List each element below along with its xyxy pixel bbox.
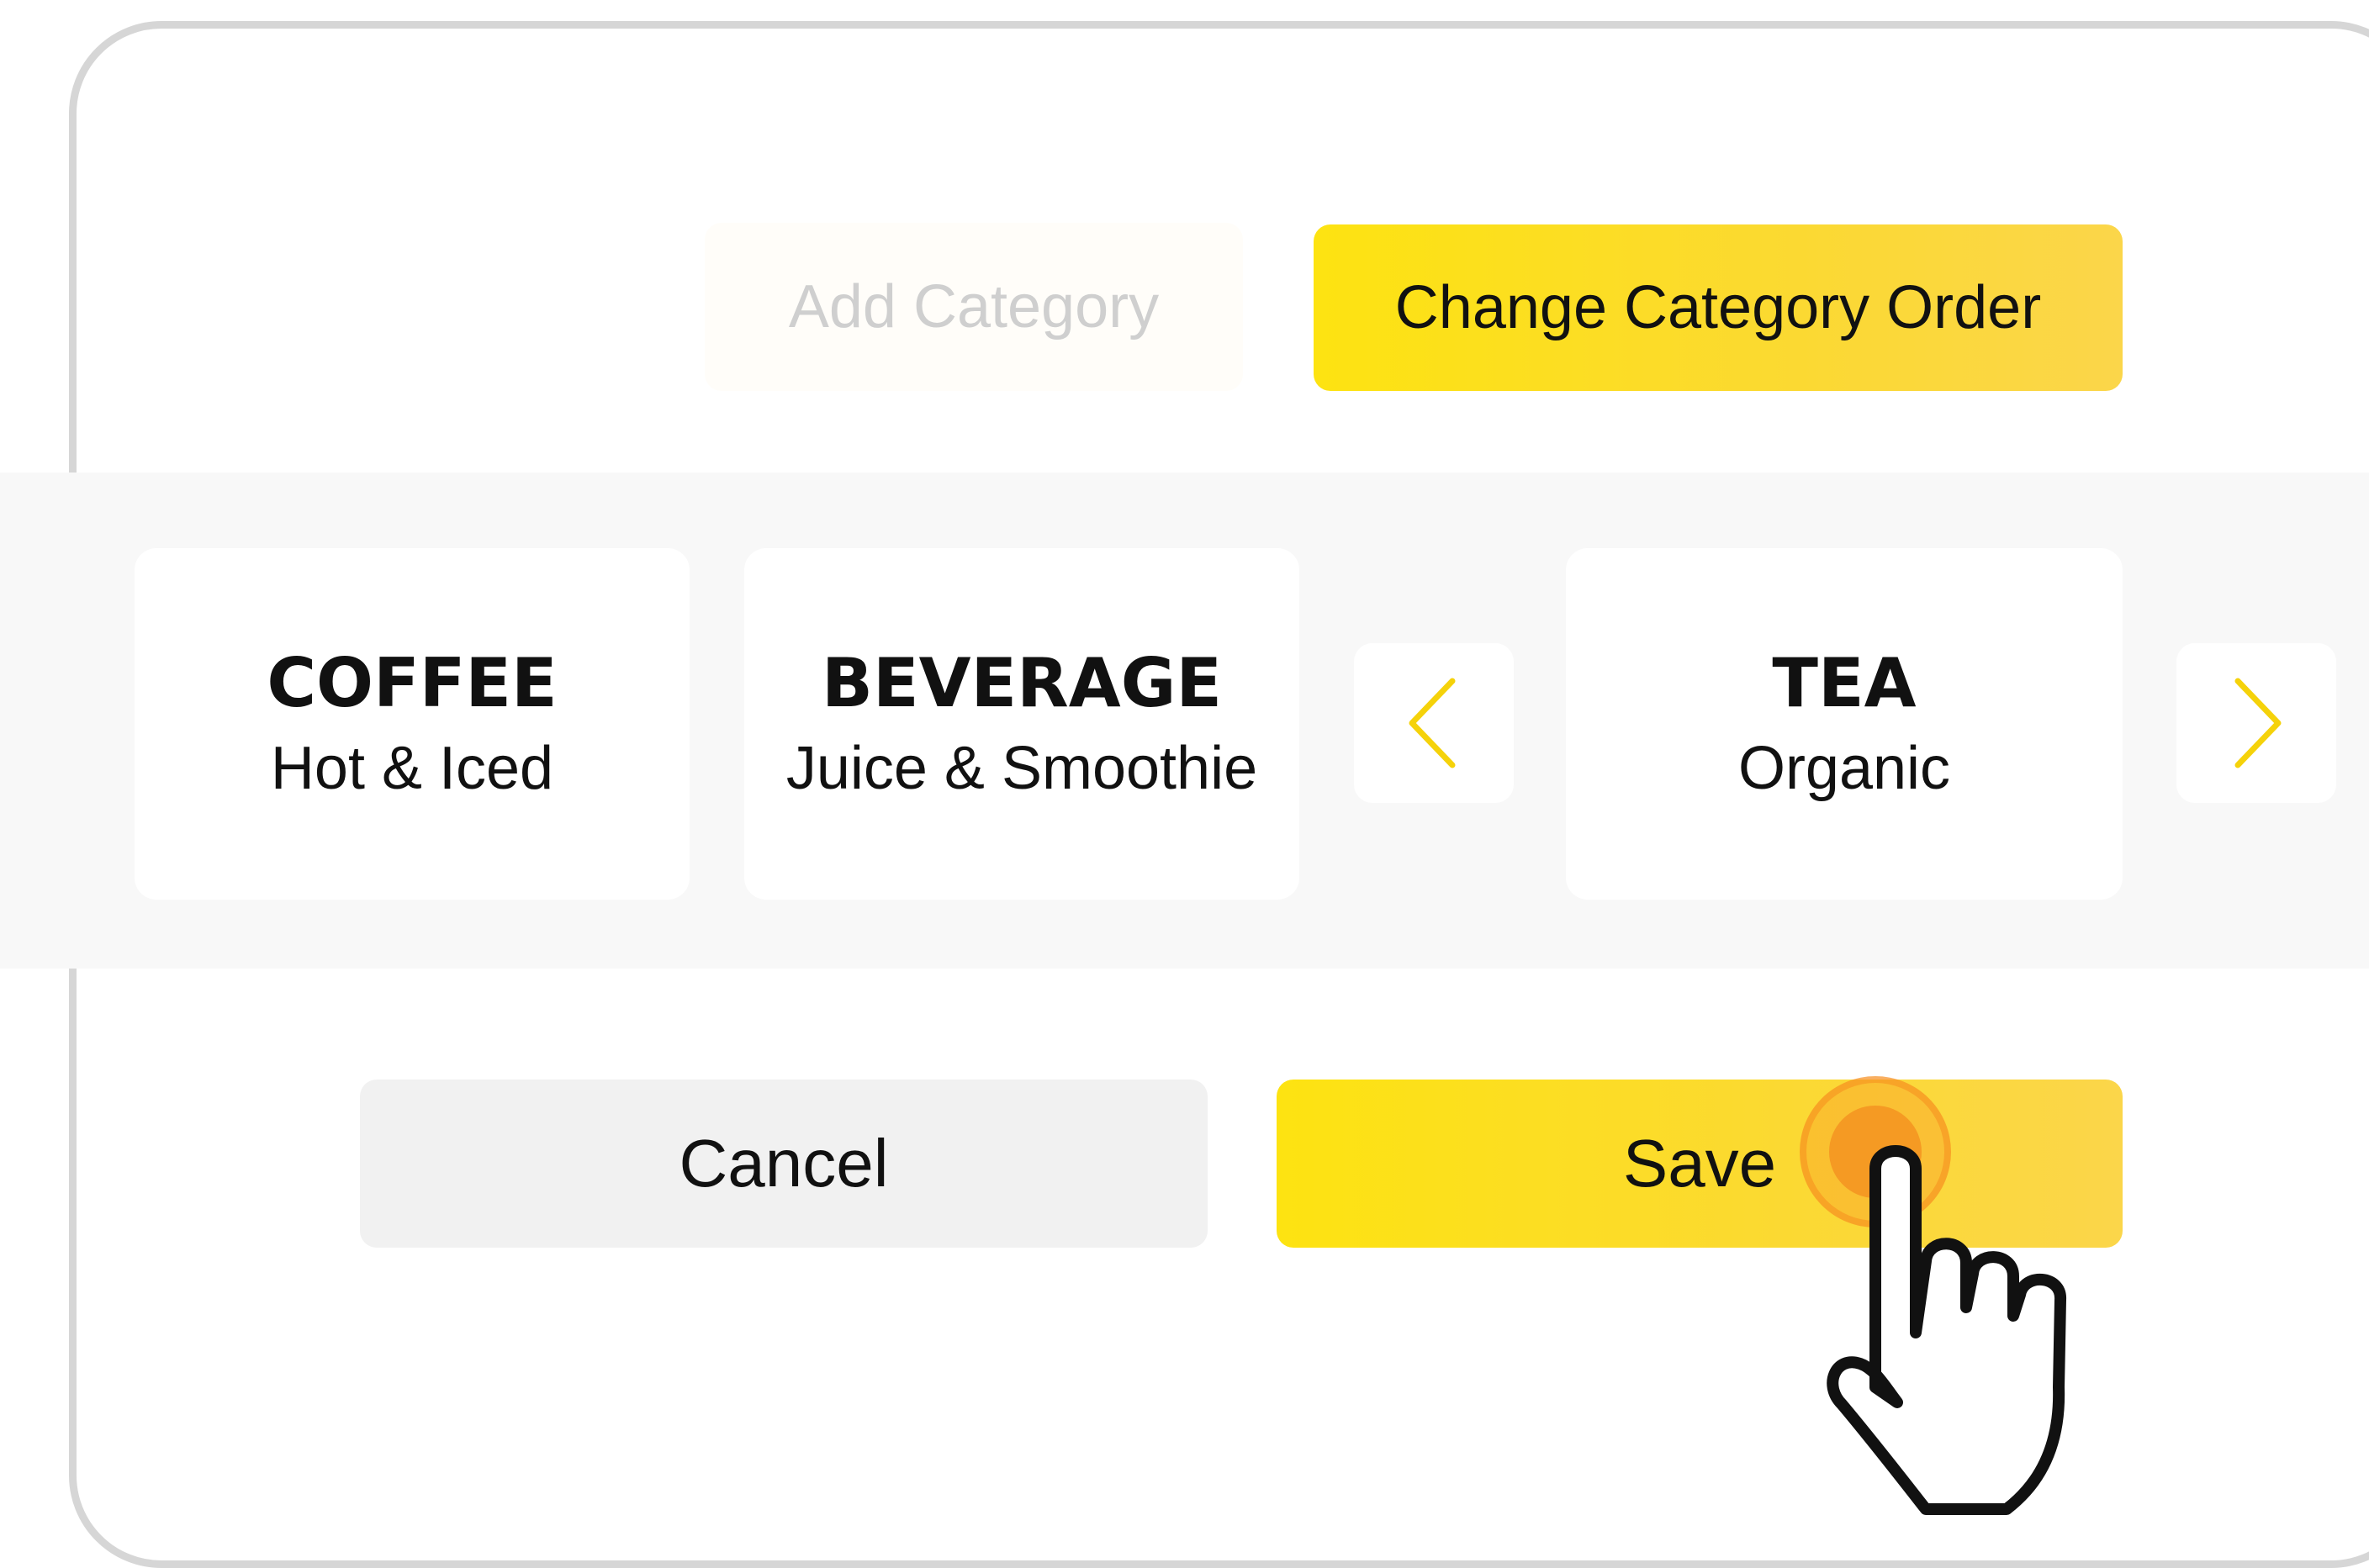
- change-category-order-label: Change Category Order: [1394, 274, 2042, 341]
- cancel-label: Cancel: [679, 1126, 889, 1201]
- move-right-button[interactable]: [2176, 643, 2336, 803]
- category-card-coffee[interactable]: COFFEE Hot & Iced: [135, 548, 690, 900]
- category-subtitle: Juice & Smoothie: [785, 735, 1258, 802]
- category-card-tea[interactable]: TEA Organic: [1566, 548, 2123, 900]
- pointer-hand-icon: [1827, 1145, 2066, 1515]
- category-subtitle: Hot & Iced: [270, 735, 554, 802]
- chevron-right-icon: [2234, 678, 2282, 768]
- move-left-button[interactable]: [1354, 643, 1514, 803]
- add-category-label: Add Category: [788, 273, 1160, 341]
- category-title: COFFEE: [267, 644, 558, 722]
- category-card-beverage[interactable]: BEVERAGE Juice & Smoothie: [744, 548, 1299, 900]
- add-category-button[interactable]: Add Category: [705, 223, 1243, 391]
- cancel-button[interactable]: Cancel: [360, 1080, 1208, 1248]
- category-subtitle: Organic: [1737, 735, 1951, 802]
- category-title: BEVERAGE: [821, 644, 1222, 722]
- chevron-left-icon: [1409, 678, 1456, 768]
- change-category-order-button[interactable]: Change Category Order: [1314, 224, 2123, 391]
- save-label: Save: [1622, 1126, 1777, 1201]
- category-title: TEA: [1772, 644, 1917, 722]
